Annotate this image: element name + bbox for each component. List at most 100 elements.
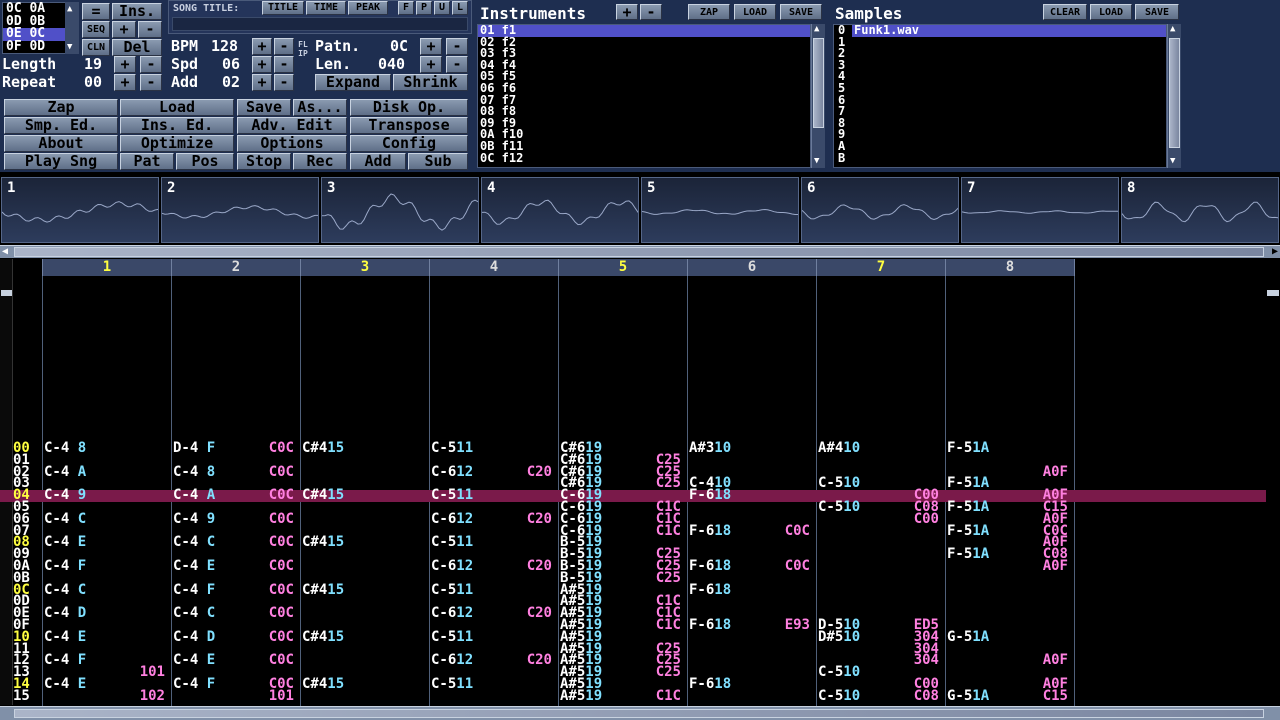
- save-button[interactable]: Save: [237, 99, 291, 116]
- pattern-cell[interactable]: C-4 8 C0C: [173, 465, 298, 479]
- instrument-load-button[interactable]: LOAD: [734, 4, 776, 20]
- position-scrollbar[interactable]: ▲ ▼: [65, 2, 79, 54]
- position-list[interactable]: 0C 0A 0D 0B 0E 0C 0F 0D: [2, 2, 66, 54]
- l-button[interactable]: L: [452, 1, 468, 15]
- sample-list-item[interactable]: [852, 129, 1166, 141]
- pattern-cell[interactable]: C#415: [302, 535, 427, 549]
- pattern-cell[interactable]: [947, 585, 1072, 597]
- instrument-save-button[interactable]: SAVE: [780, 4, 822, 20]
- pattern-cell[interactable]: A#310: [689, 441, 814, 455]
- scroll-thumb[interactable]: [14, 709, 1264, 718]
- patn-plus-button[interactable]: +: [420, 38, 442, 55]
- pattern-cell[interactable]: C-612 C20: [431, 465, 556, 479]
- instrument-list-item[interactable]: 06 f6: [478, 82, 810, 95]
- channel-scope[interactable]: 1: [1, 177, 159, 243]
- pattern-cell[interactable]: [689, 644, 814, 656]
- channel-scope[interactable]: 8: [1121, 177, 1279, 243]
- transpose-button[interactable]: Transpose: [350, 117, 468, 134]
- pattern-cell[interactable]: [818, 596, 943, 608]
- scroll-thumb[interactable]: [14, 247, 1264, 257]
- pattern-cell[interactable]: G-51A C15: [947, 689, 1072, 703]
- pattern-cell[interactable]: C-4 E: [44, 630, 169, 644]
- sample-list[interactable]: 0123456789AB Funk1.wav: [833, 24, 1167, 168]
- spd-plus-button[interactable]: +: [252, 56, 272, 73]
- scroll-thumb[interactable]: [813, 38, 824, 128]
- pattern-cell[interactable]: [818, 526, 943, 538]
- add-plus-button[interactable]: +: [252, 74, 272, 91]
- channel-header[interactable]: 5: [558, 259, 687, 276]
- scroll-thumb[interactable]: [1169, 38, 1180, 148]
- pattern-cell[interactable]: [818, 455, 943, 467]
- pattern-cell[interactable]: [689, 632, 814, 644]
- pattern-cell[interactable]: [302, 691, 427, 703]
- instrument-list-item[interactable]: 07 f7: [478, 94, 810, 107]
- scroll-up-icon[interactable]: ▲: [1170, 24, 1175, 34]
- pattern-cell[interactable]: [947, 573, 1072, 585]
- pattern-cell[interactable]: C-4 E C0C: [173, 559, 298, 573]
- sub-button[interactable]: Sub: [408, 153, 468, 170]
- pattern-cell[interactable]: G-51A: [947, 630, 1072, 644]
- channel-header[interactable]: 2: [171, 259, 300, 276]
- pattern-cell[interactable]: C-511: [431, 441, 556, 455]
- instrument-list-item[interactable]: 03 f3: [478, 47, 810, 60]
- pattern-cell[interactable]: [689, 596, 814, 608]
- pattern-cell[interactable]: C-510 C08: [818, 689, 943, 703]
- pattern-cell[interactable]: [818, 549, 943, 561]
- pattern-cell[interactable]: C-4 C C0C: [173, 606, 298, 620]
- instrument-plus-button[interactable]: +: [616, 4, 638, 20]
- pattern-cell[interactable]: [689, 455, 814, 467]
- scroll-down-icon[interactable]: ▼: [67, 42, 72, 52]
- pattern-cell[interactable]: [431, 691, 556, 703]
- peak-button[interactable]: PEAK: [348, 1, 388, 15]
- pattern-cell[interactable]: C-4 C: [44, 512, 169, 526]
- pattern-cell[interactable]: C-4 D C0C: [173, 630, 298, 644]
- pattern-cell[interactable]: C-612 C20: [431, 512, 556, 526]
- repeat-minus-button[interactable]: -: [140, 74, 162, 91]
- pattern-cell[interactable]: C-4 E C0C: [173, 653, 298, 667]
- scroll-right-icon[interactable]: ▶: [1272, 246, 1278, 257]
- instrument-list-item[interactable]: 0C f12: [478, 152, 810, 165]
- pattern-cell[interactable]: A#410: [818, 441, 943, 455]
- pattern-cell[interactable]: C-612 C20: [431, 606, 556, 620]
- channel-header[interactable]: 8: [945, 259, 1074, 276]
- pattern-cell[interactable]: C-4 D: [44, 606, 169, 620]
- pattern-cell[interactable]: [947, 608, 1072, 620]
- scroll-down-icon[interactable]: ▼: [1170, 156, 1175, 166]
- pattern-cell[interactable]: [302, 455, 427, 467]
- pattern-cell[interactable]: F-618 C0C: [689, 524, 814, 538]
- about-button[interactable]: About: [4, 135, 118, 152]
- pattern-cell[interactable]: [302, 608, 427, 620]
- pattern-hscrollbar[interactable]: ◀ ▶: [0, 245, 1280, 258]
- sample-list-item[interactable]: [852, 37, 1166, 49]
- sample-clear-button[interactable]: CLEAR: [1043, 4, 1087, 20]
- pattern-cell[interactable]: C-4 8: [44, 441, 169, 455]
- instrument-zap-button[interactable]: ZAP: [688, 4, 730, 20]
- pattern-cell[interactable]: [818, 561, 943, 573]
- add-button[interactable]: Add: [350, 153, 406, 170]
- pattern-cell[interactable]: C-511: [431, 677, 556, 691]
- len-minus-button[interactable]: -: [446, 56, 468, 73]
- cln-button[interactable]: CLN: [82, 39, 110, 56]
- instrument-list-item[interactable]: 04 f4: [478, 59, 810, 72]
- scroll-up-icon[interactable]: ▲: [814, 24, 819, 34]
- sample-list-item[interactable]: [852, 83, 1166, 95]
- scroll-up-icon[interactable]: ▲: [67, 4, 72, 14]
- scroll-down-icon[interactable]: ▼: [814, 156, 819, 166]
- shrink-button[interactable]: Shrink: [393, 74, 468, 91]
- pattern-cell[interactable]: C-612 C20: [431, 653, 556, 667]
- pattern-cell[interactable]: C-4 A: [44, 465, 169, 479]
- pattern-cell[interactable]: C-4 C: [44, 583, 169, 597]
- instrument-list-item[interactable]: 0B f11: [478, 140, 810, 153]
- pos-minus-button[interactable]: -: [138, 21, 162, 38]
- pos-plus-button[interactable]: +: [112, 21, 136, 38]
- sample-list-item[interactable]: [852, 141, 1166, 153]
- save-as-button[interactable]: As...: [293, 99, 347, 116]
- instrument-list-item[interactable]: 09 f9: [478, 117, 810, 130]
- pattern-cell[interactable]: C-4 C C0C: [173, 535, 298, 549]
- sample-list-item[interactable]: [852, 95, 1166, 107]
- pattern-cell[interactable]: [689, 655, 814, 667]
- repeat-plus-button[interactable]: +: [114, 74, 136, 91]
- pattern-cell[interactable]: C-511: [431, 630, 556, 644]
- pattern-cell[interactable]: F-618: [689, 677, 814, 691]
- pattern-cell[interactable]: C-612 C20: [431, 559, 556, 573]
